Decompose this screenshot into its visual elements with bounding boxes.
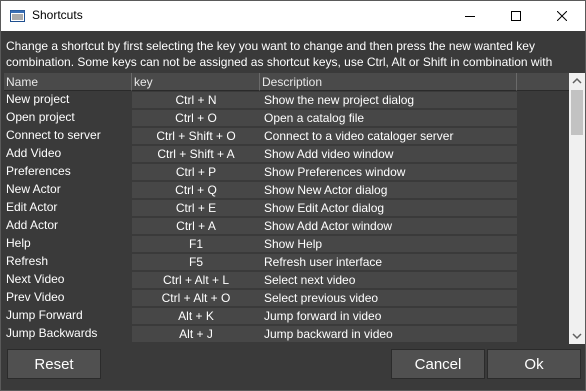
table-row[interactable]: Add Video Ctrl + Shift + A Show Add video …	[4, 145, 569, 163]
cell-name: New Actor	[4, 181, 132, 198]
table-header: Name key Description	[4, 73, 569, 91]
cell-description: Refresh user interface	[260, 254, 517, 271]
close-button[interactable]	[539, 1, 585, 31]
cell-description: Show Preferences window	[260, 164, 517, 181]
ok-button[interactable]: Ok	[487, 349, 581, 379]
cell-name: Jump Backwards	[4, 325, 132, 342]
table-row[interactable]: Open project Ctrl + O Open a catalog file	[4, 109, 569, 127]
cell-description: Show Help	[260, 236, 517, 253]
scroll-up-button[interactable]	[569, 73, 585, 89]
title-bar[interactable]: Shortcuts	[1, 1, 585, 31]
minimize-icon	[465, 16, 475, 17]
cell-description: Connect to a video cataloger server	[260, 128, 517, 145]
cell-name: Jump Forward	[4, 307, 132, 324]
cell-description: Select next video	[260, 272, 517, 289]
cell-name: Preferences	[4, 163, 132, 180]
table-row[interactable]: Help F1 Show Help	[4, 235, 569, 253]
table-row[interactable]: Edit Actor Ctrl + E Show Edit Actor dialog	[4, 199, 569, 217]
cell-key[interactable]: Ctrl + Alt + L	[132, 272, 260, 289]
cell-description: Jump forward in video	[260, 308, 517, 325]
cancel-button[interactable]: Cancel	[391, 349, 485, 379]
maximize-button[interactable]	[493, 1, 539, 31]
table-row[interactable]: Connect to server Ctrl + Shift + O Connect…	[4, 127, 569, 145]
maximize-icon	[511, 11, 521, 21]
cell-name: Add Actor	[4, 217, 132, 234]
column-header-name[interactable]: Name	[4, 73, 132, 91]
vertical-scrollbar[interactable]	[569, 73, 585, 344]
reset-button[interactable]: Reset	[7, 349, 101, 379]
cell-name: Refresh	[4, 253, 132, 270]
cell-key[interactable]: Ctrl + Shift + O	[132, 128, 260, 145]
cell-description: Show Add Actor window	[260, 218, 517, 235]
table-row[interactable]: Prev Video Ctrl + Alt + O Select previous …	[4, 289, 569, 307]
chevron-up-icon	[572, 77, 582, 84]
column-header-description[interactable]: Description	[260, 73, 517, 91]
shortcuts-table: Name key Description New project Ctrl + N…	[4, 73, 569, 344]
cell-key[interactable]: Ctrl + P	[132, 164, 260, 181]
cell-key[interactable]: F1	[132, 236, 260, 253]
cell-description: Select previous video	[260, 290, 517, 307]
cell-key[interactable]: Ctrl + Q	[132, 182, 260, 199]
table-body: New project Ctrl + N Show the new project …	[4, 91, 569, 343]
cell-key[interactable]: Ctrl + Shift + A	[132, 146, 260, 163]
cell-name: Add Video	[4, 145, 132, 162]
cell-name: Help	[4, 235, 132, 252]
cell-name: Next Video	[4, 271, 132, 288]
cell-key[interactable]: Alt + K	[132, 308, 260, 325]
window-title: Shortcuts	[32, 8, 83, 22]
cell-key[interactable]: Ctrl + A	[132, 218, 260, 235]
cell-name: Connect to server	[4, 127, 132, 144]
column-header-key[interactable]: key	[132, 73, 260, 91]
cell-name: Prev Video	[4, 289, 132, 306]
cell-key[interactable]: Ctrl + N	[132, 92, 260, 109]
cell-name: New project	[4, 91, 132, 108]
cell-key[interactable]: Ctrl + E	[132, 200, 260, 217]
table-row[interactable]: Preferences Ctrl + P Show Preferences wind…	[4, 163, 569, 181]
cell-key[interactable]: Ctrl + Alt + O	[132, 290, 260, 307]
column-header-filler	[517, 73, 569, 91]
cell-name: Open project	[4, 109, 132, 126]
table-row[interactable]: New Actor Ctrl + Q Show New Actor dialog	[4, 181, 569, 199]
close-icon	[557, 11, 567, 21]
table-row[interactable]: Jump Forward Alt + K Jump forward in video	[4, 307, 569, 325]
cell-name: Edit Actor	[4, 199, 132, 216]
shortcuts-window: Shortcuts Change a shortcut by first sel…	[0, 0, 586, 391]
list-window-icon	[10, 10, 25, 22]
cell-description: Show Add video window	[260, 146, 517, 163]
cell-description: Open a catalog file	[260, 110, 517, 127]
scroll-down-button[interactable]	[569, 328, 585, 344]
scrollbar-thumb[interactable]	[571, 90, 583, 135]
cell-key[interactable]: F5	[132, 254, 260, 271]
table-row[interactable]: Next Video Ctrl + Alt + L Select next vide…	[4, 271, 569, 289]
cell-description: Jump backward in video	[260, 326, 517, 343]
minimize-button[interactable]	[447, 1, 493, 31]
table-row[interactable]: Jump Backwards Alt + J Jump backward in vi…	[4, 325, 569, 343]
table-row[interactable]: Add Actor Ctrl + A Show Add Actor window	[4, 217, 569, 235]
cell-key[interactable]: Alt + J	[132, 326, 260, 343]
cell-description: Show New Actor dialog	[260, 182, 517, 199]
cell-key[interactable]: Ctrl + O	[132, 110, 260, 127]
table-row[interactable]: New project Ctrl + N Show the new project …	[4, 91, 569, 109]
cell-description: Show Edit Actor dialog	[260, 200, 517, 217]
chevron-down-icon	[572, 333, 582, 340]
cell-description: Show the new project dialog	[260, 92, 517, 109]
table-row[interactable]: Refresh F5 Refresh user interface	[4, 253, 569, 271]
